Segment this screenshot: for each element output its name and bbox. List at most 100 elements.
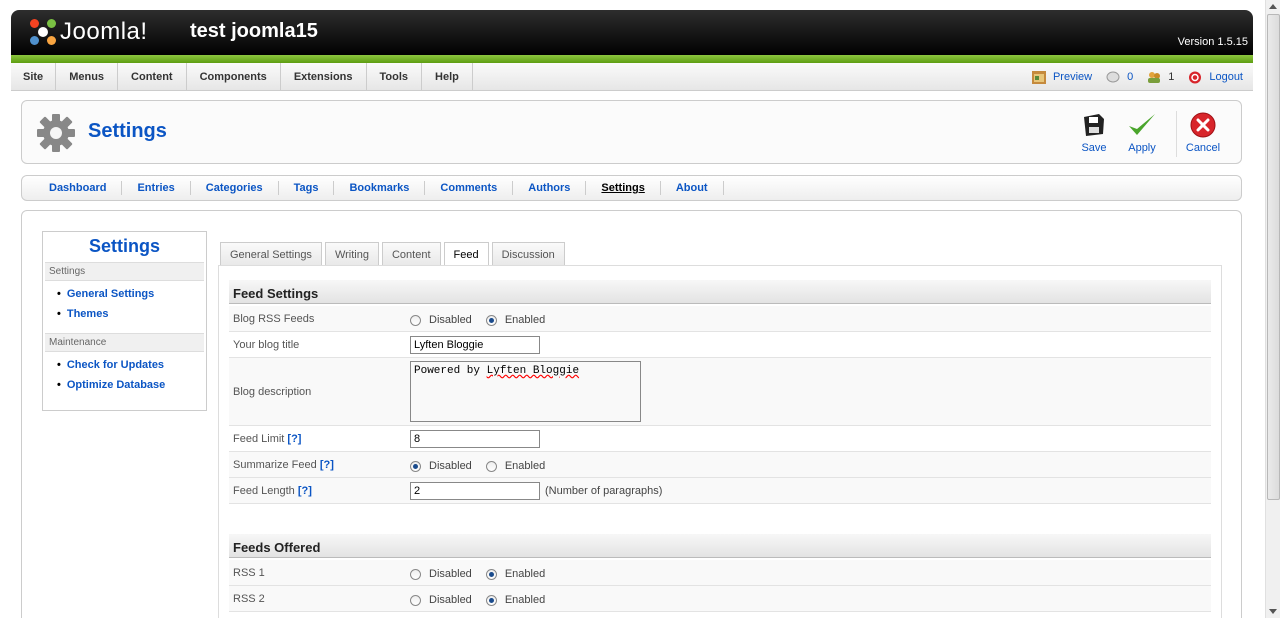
label-rss1: RSS 1 bbox=[233, 567, 265, 579]
menu-components[interactable]: Components bbox=[187, 63, 281, 90]
vertical-scrollbar[interactable] bbox=[1265, 0, 1280, 618]
users-icon bbox=[1148, 71, 1161, 83]
submenu-authors[interactable]: Authors bbox=[513, 181, 587, 195]
cancel-icon bbox=[1190, 112, 1216, 138]
cancel-label: Cancel bbox=[1185, 142, 1221, 154]
submenu-tags[interactable]: Tags bbox=[279, 181, 335, 195]
tab-discussion[interactable]: Discussion bbox=[491, 242, 565, 266]
feed-limit-help-link[interactable]: [?] bbox=[287, 433, 301, 445]
page-title: Settings bbox=[88, 120, 167, 142]
label-disabled: Disabled bbox=[429, 314, 472, 326]
label-summarize-feed: Summarize Feed bbox=[233, 459, 317, 471]
sidebar-item-general-settings[interactable]: General Settings bbox=[57, 287, 206, 307]
submenu-settings[interactable]: Settings bbox=[586, 181, 661, 195]
submenu-dashboard[interactable]: Dashboard bbox=[34, 181, 123, 195]
check-icon bbox=[1129, 114, 1155, 135]
row-blog-rss-feeds: Blog RSS Feeds Disabled Enabled bbox=[229, 306, 1211, 332]
tab-general-settings[interactable]: General Settings bbox=[220, 242, 322, 266]
submenu-comments[interactable]: Comments bbox=[425, 181, 514, 195]
messages-icon bbox=[1106, 71, 1120, 82]
sidebar-title: Settings bbox=[88, 236, 160, 256]
preview-link[interactable]: Preview bbox=[1053, 71, 1092, 83]
feed-limit-input[interactable]: 8 bbox=[410, 430, 540, 448]
summarize-feed-help-link[interactable]: [?] bbox=[320, 459, 334, 471]
label-disabled: Disabled bbox=[429, 460, 472, 472]
logout-link[interactable]: Logout bbox=[1209, 71, 1243, 83]
apply-button[interactable]: Apply bbox=[1117, 112, 1167, 154]
label-enabled: Enabled bbox=[504, 314, 546, 326]
radio-rss1-enabled[interactable] bbox=[485, 568, 497, 580]
label-summarize-feed-wrap: Summarize Feed [?] bbox=[233, 459, 334, 471]
tab-writing[interactable]: Writing bbox=[324, 242, 379, 266]
feed-length-help-link[interactable]: [?] bbox=[298, 485, 312, 497]
blog-title-field-wrap: Lyften Bloggie bbox=[410, 336, 540, 354]
scroll-down-icon[interactable] bbox=[1269, 609, 1277, 614]
menu-site[interactable]: Site bbox=[11, 63, 57, 90]
save-button[interactable]: Save bbox=[1069, 112, 1119, 154]
site-name: test joomla15 bbox=[190, 20, 318, 42]
joomla-logo-icon bbox=[28, 17, 58, 47]
row-summarize-feed: Summarize Feed [?] Disabled Enabled bbox=[229, 452, 1211, 478]
section-feeds-offered: Feeds Offered bbox=[229, 534, 1211, 558]
radio-rss-enabled[interactable] bbox=[485, 314, 497, 326]
main-menu: Site Menus Content Components Extensions… bbox=[11, 63, 1253, 91]
radio-rss1-disabled[interactable] bbox=[410, 568, 421, 580]
scrollbar-thumb[interactable] bbox=[1267, 14, 1280, 500]
page: Joomla! test joomla15 Version 1.5.15 Sit… bbox=[0, 0, 1280, 618]
submenu: Dashboard Entries Categories Tags Bookma… bbox=[21, 175, 1242, 201]
settings-tabs: General Settings Writing Content Feed Di… bbox=[220, 242, 565, 267]
rss1-radio-group: Disabled Enabled bbox=[410, 568, 545, 580]
row-feed-limit: Feed Limit [?] 8 bbox=[229, 426, 1211, 452]
submenu-categories[interactable]: Categories bbox=[191, 181, 279, 195]
cancel-button[interactable]: Cancel bbox=[1178, 112, 1228, 154]
menu-tools[interactable]: Tools bbox=[367, 63, 423, 90]
apply-label: Apply bbox=[1128, 142, 1156, 154]
preview-icon bbox=[1031, 70, 1046, 84]
feed-limit-field-wrap: 8 bbox=[410, 430, 540, 448]
radio-rss-disabled[interactable] bbox=[410, 314, 421, 326]
save-label: Save bbox=[1081, 142, 1107, 154]
label-enabled: Enabled bbox=[504, 568, 546, 580]
menu-extensions[interactable]: Extensions bbox=[281, 63, 367, 90]
submenu-bookmarks[interactable]: Bookmarks bbox=[334, 181, 426, 195]
messages-count[interactable]: 0 bbox=[1127, 71, 1133, 83]
radio-summarize-enabled[interactable] bbox=[485, 460, 497, 472]
radio-rss2-disabled[interactable] bbox=[410, 594, 421, 606]
label-feed-limit-wrap: Feed Limit [?] bbox=[233, 433, 301, 445]
radio-rss2-enabled[interactable] bbox=[485, 594, 497, 606]
settings-sidebar: Settings Settings General Settings Theme… bbox=[42, 231, 207, 411]
feed-length-field-wrap: 2 (Number of paragraphs) bbox=[410, 482, 662, 500]
brand-name: Joomla! bbox=[60, 18, 148, 45]
radio-summarize-disabled[interactable] bbox=[410, 460, 421, 472]
tab-feed[interactable]: Feed bbox=[443, 242, 489, 267]
status-area: Preview 0 1 Logout bbox=[1031, 63, 1243, 91]
sidebar-item-check-updates[interactable]: Check for Updates bbox=[57, 358, 206, 378]
sidebar-item-themes[interactable]: Themes bbox=[57, 307, 206, 327]
toolbar-divider bbox=[1176, 111, 1177, 157]
rss2-radio-group: Disabled Enabled bbox=[410, 594, 545, 606]
menu-help[interactable]: Help bbox=[422, 63, 473, 90]
gear-icon bbox=[37, 114, 75, 152]
menu-content[interactable]: Content bbox=[118, 63, 187, 90]
row-rss2: RSS 2 Disabled Enabled bbox=[229, 586, 1211, 612]
label-feed-length-wrap: Feed Length [?] bbox=[233, 485, 312, 497]
tab-content[interactable]: Content bbox=[381, 242, 441, 266]
label-blog-description: Blog description bbox=[233, 386, 312, 398]
submenu-entries[interactable]: Entries bbox=[122, 181, 191, 195]
row-blog-description: Blog description Powered by Lyften Blogg… bbox=[229, 358, 1211, 426]
feed-length-input[interactable]: 2 bbox=[410, 482, 540, 500]
menu-menus[interactable]: Menus bbox=[56, 63, 119, 90]
blog-description-textarea[interactable]: Powered by Lyften Bloggie bbox=[410, 361, 641, 422]
logout-icon bbox=[1189, 71, 1202, 83]
scroll-up-icon[interactable] bbox=[1269, 4, 1277, 9]
sidebar-item-optimize-database[interactable]: Optimize Database bbox=[57, 378, 206, 398]
label-disabled: Disabled bbox=[429, 594, 472, 606]
label-blog-rss-feeds: Blog RSS Feeds bbox=[233, 313, 315, 325]
blog-title-input[interactable]: Lyften Bloggie bbox=[410, 336, 540, 354]
submenu-about[interactable]: About bbox=[661, 181, 724, 195]
sidebar-settings-list: General Settings Themes bbox=[43, 281, 206, 333]
label-feed-limit: Feed Limit bbox=[233, 433, 285, 445]
sidebar-section-maintenance: Maintenance bbox=[45, 333, 204, 352]
label-blog-title: Your blog title bbox=[233, 339, 300, 351]
label-disabled: Disabled bbox=[429, 568, 472, 580]
